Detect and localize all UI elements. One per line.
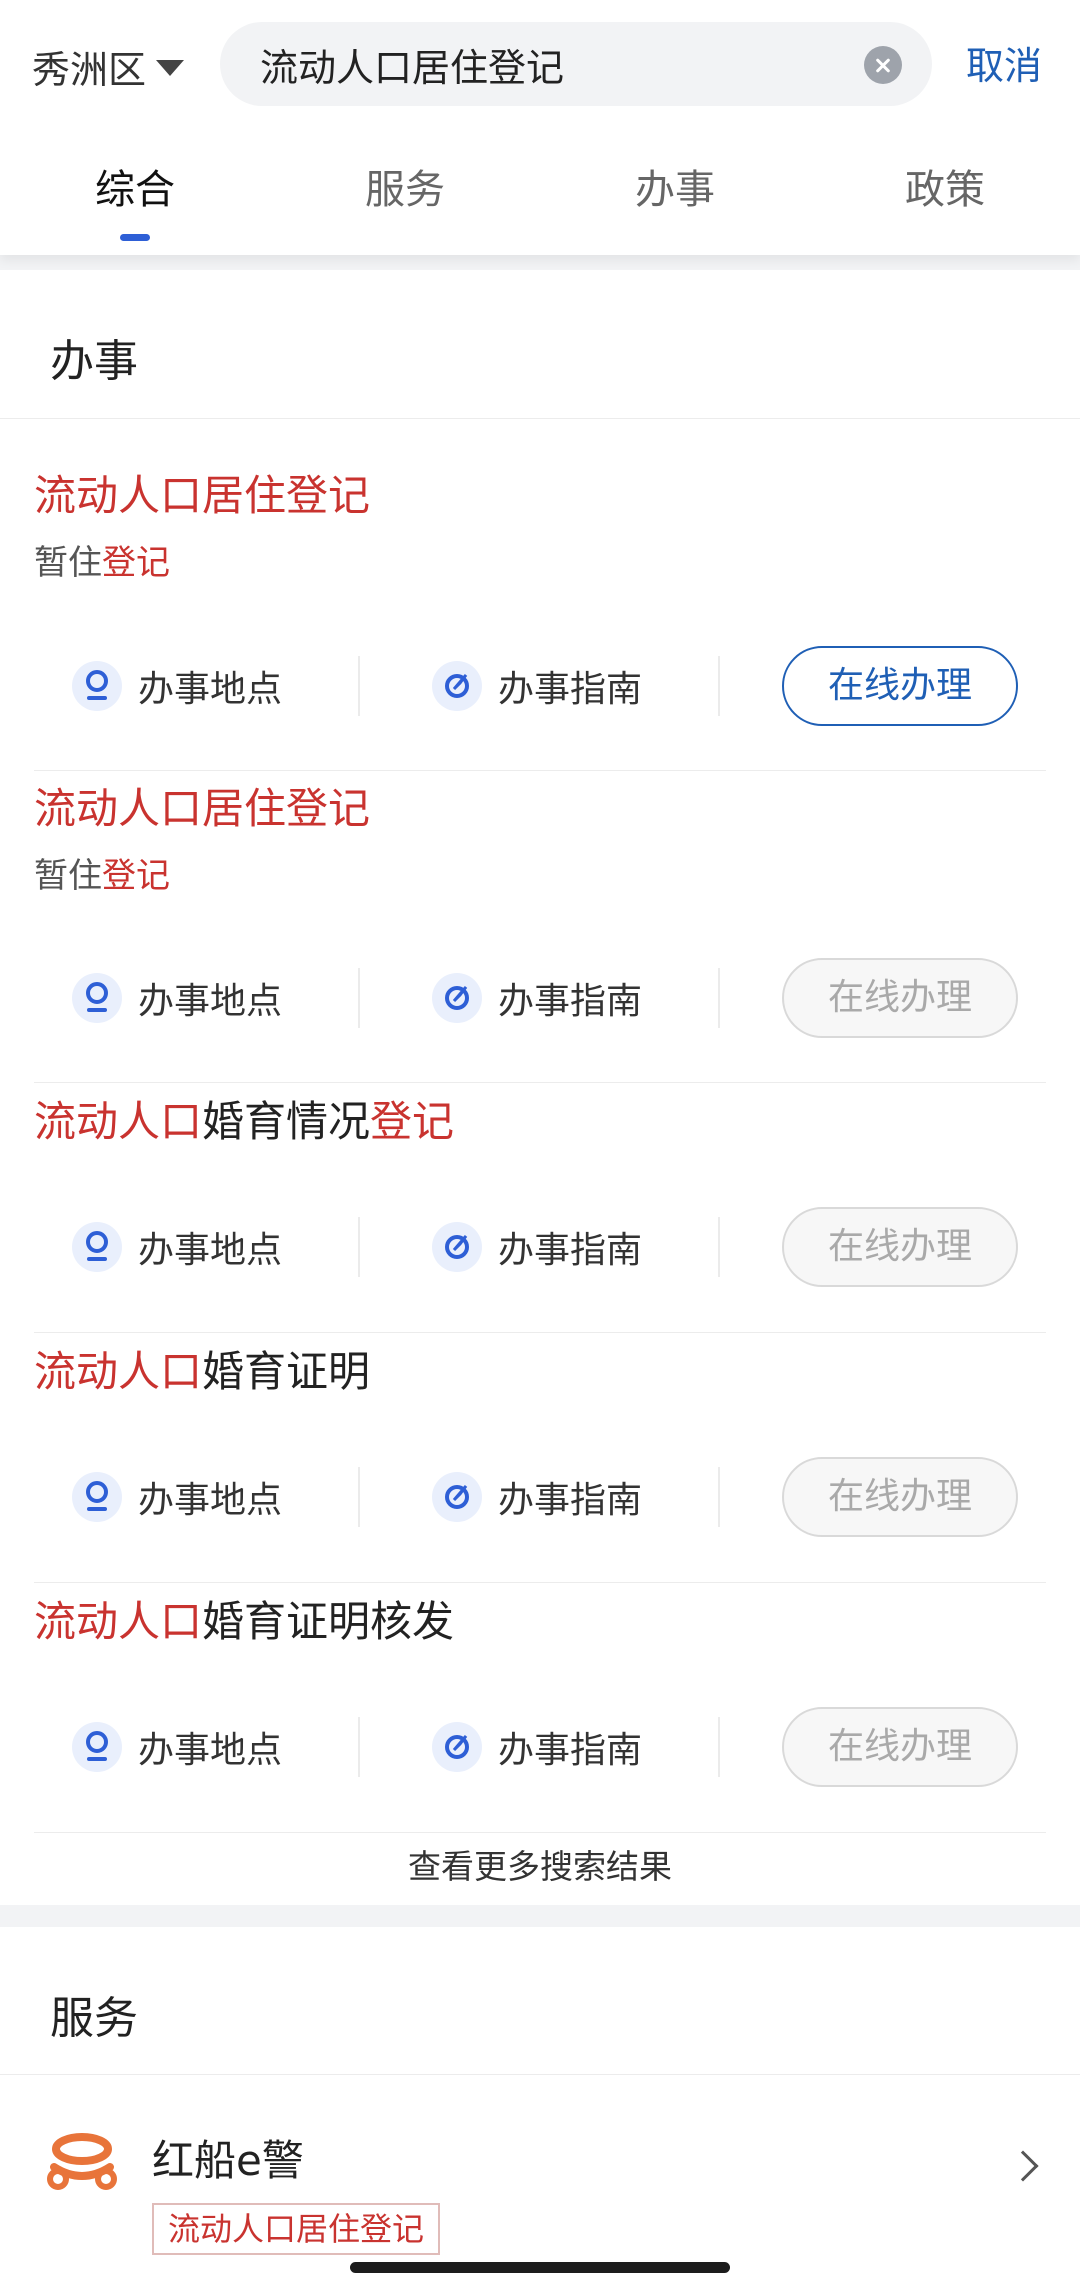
tab-comprehensive[interactable]: 综合 bbox=[0, 150, 270, 230]
action-separator bbox=[358, 656, 360, 716]
clear-icon[interactable] bbox=[864, 46, 902, 84]
tab-bar: 综合 服务 办事 政策 bbox=[0, 150, 1080, 255]
action-separator bbox=[358, 1217, 360, 1277]
location-pin-icon bbox=[72, 1472, 122, 1522]
action-separator bbox=[718, 1717, 720, 1777]
region-selector[interactable]: 秀洲区 bbox=[32, 36, 185, 96]
search-input[interactable] bbox=[260, 22, 840, 106]
guide-link[interactable]: 办事指南 bbox=[432, 1207, 642, 1287]
action-separator bbox=[358, 1717, 360, 1777]
action-separator bbox=[358, 968, 360, 1028]
search-box[interactable] bbox=[220, 22, 932, 106]
guide-link[interactable]: 办事指南 bbox=[432, 1707, 642, 1787]
tab-service[interactable]: 服务 bbox=[270, 150, 540, 230]
item-subtitle: 暂住登记 bbox=[34, 543, 170, 583]
online-handle-button[interactable]: 在线办理 bbox=[782, 1457, 1018, 1537]
section-title-affairs: 办事 bbox=[50, 336, 138, 387]
service-card: 服务 红船e警 流动人口居住登记 bbox=[0, 1927, 1080, 2287]
home-indicator bbox=[350, 2262, 730, 2273]
action-separator bbox=[718, 656, 720, 716]
location-link[interactable]: 办事地点 bbox=[72, 1207, 282, 1287]
location-link[interactable]: 办事地点 bbox=[72, 1707, 282, 1787]
item-subtitle: 暂住登记 bbox=[34, 856, 170, 896]
service-tag: 流动人口居住登记 bbox=[152, 2203, 441, 2255]
guide-link[interactable]: 办事指南 bbox=[432, 958, 642, 1038]
online-handle-button[interactable]: 在线办理 bbox=[782, 1207, 1018, 1287]
action-separator bbox=[358, 1467, 360, 1527]
compass-icon bbox=[432, 973, 482, 1023]
location-link[interactable]: 办事地点 bbox=[72, 958, 282, 1038]
cancel-button[interactable]: 取消 bbox=[966, 36, 1042, 96]
online-handle-button[interactable]: 在线办理 bbox=[782, 958, 1018, 1038]
location-pin-icon bbox=[72, 1722, 122, 1772]
item-title[interactable]: 流动人口婚育证明 bbox=[34, 1338, 370, 1399]
section-divider bbox=[0, 2074, 1080, 2075]
item-divider bbox=[34, 1332, 1046, 1333]
chevron-right-icon[interactable] bbox=[1007, 2150, 1039, 2182]
item-title[interactable]: 流动人口居住登记 bbox=[34, 775, 370, 836]
item-divider bbox=[34, 1082, 1046, 1083]
section-divider bbox=[0, 418, 1080, 419]
online-handle-button[interactable]: 在线办理 bbox=[782, 1707, 1018, 1787]
region-label: 秀洲区 bbox=[32, 47, 147, 92]
search-header: 秀洲区 取消 综合 服务 办事 政策 bbox=[0, 0, 1080, 255]
item-title[interactable]: 流动人口婚育证明核发 bbox=[34, 1588, 454, 1649]
location-pin-icon bbox=[72, 661, 122, 711]
compass-icon bbox=[432, 1472, 482, 1522]
location-link[interactable]: 办事地点 bbox=[72, 646, 282, 726]
action-separator bbox=[718, 1217, 720, 1277]
section-title-service: 服务 bbox=[50, 1993, 138, 2044]
guide-link[interactable]: 办事指南 bbox=[432, 1457, 642, 1537]
police-badge-icon bbox=[44, 2127, 120, 2203]
item-divider bbox=[34, 1582, 1046, 1583]
online-handle-button[interactable]: 在线办理 bbox=[782, 646, 1018, 726]
guide-link[interactable]: 办事指南 bbox=[432, 646, 642, 726]
item-title[interactable]: 流动人口婚育情况登记 bbox=[34, 1088, 454, 1149]
affairs-card: 办事 流动人口居住登记 暂住登记 办事地点 办事指南 在线办理 流动人口居住登记 bbox=[0, 270, 1080, 1905]
caret-down-icon bbox=[156, 60, 185, 76]
tab-affairs[interactable]: 办事 bbox=[540, 150, 810, 230]
item-divider bbox=[34, 770, 1046, 771]
tab-policy[interactable]: 政策 bbox=[810, 150, 1080, 230]
location-pin-icon bbox=[72, 1222, 122, 1272]
active-tab-indicator bbox=[120, 234, 150, 241]
action-separator bbox=[718, 968, 720, 1028]
service-name[interactable]: 红船e警 bbox=[152, 2127, 304, 2188]
compass-icon bbox=[432, 1722, 482, 1772]
more-results-link[interactable]: 查看更多搜索结果 bbox=[0, 1828, 1080, 1905]
action-separator bbox=[718, 1467, 720, 1527]
location-link[interactable]: 办事地点 bbox=[72, 1457, 282, 1537]
item-title[interactable]: 流动人口居住登记 bbox=[34, 462, 370, 523]
compass-icon bbox=[432, 1222, 482, 1272]
compass-icon bbox=[432, 661, 482, 711]
location-pin-icon bbox=[72, 973, 122, 1023]
